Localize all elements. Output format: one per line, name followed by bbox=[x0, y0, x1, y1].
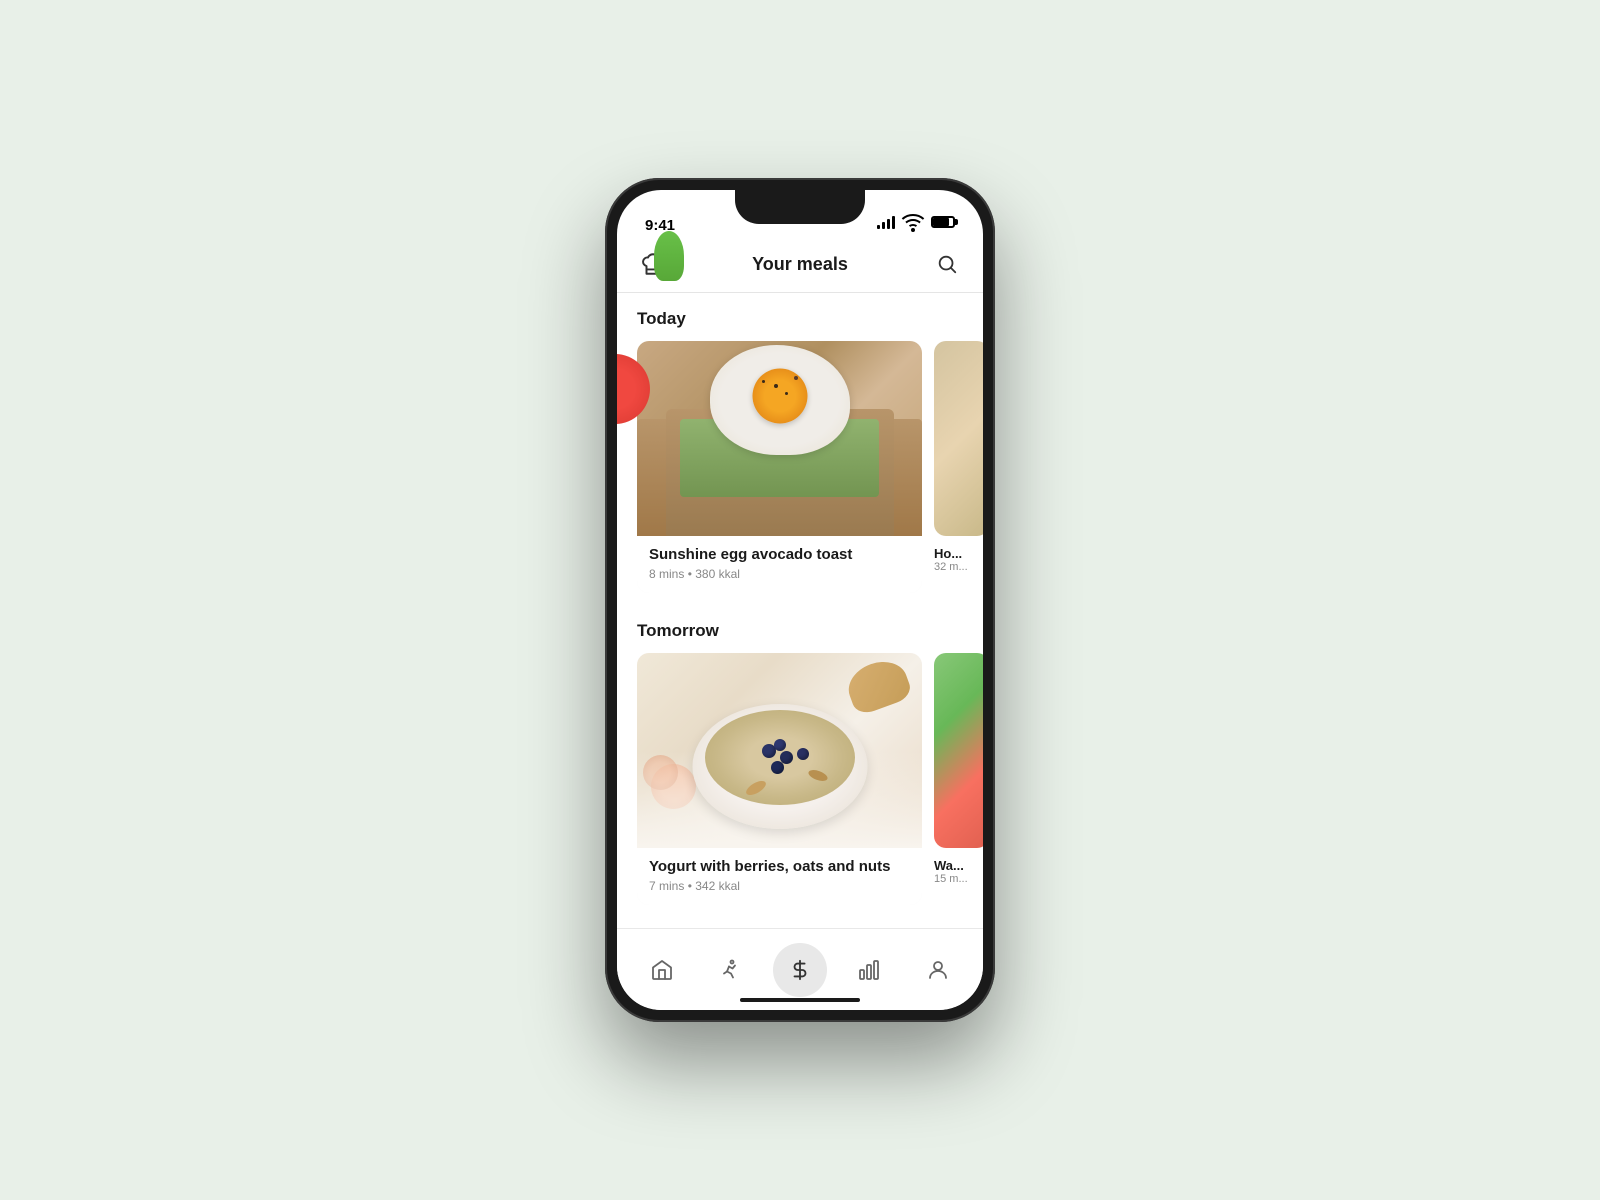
honey-info-partial: Ho... 32 m... bbox=[934, 536, 983, 573]
nav-stats[interactable] bbox=[842, 943, 896, 997]
egg-toast-visual bbox=[637, 341, 922, 536]
status-time: 9:41 bbox=[645, 217, 675, 234]
egg-toast-meta: 8 mins • 380 kkal bbox=[649, 567, 910, 581]
wifi-icon bbox=[901, 210, 925, 234]
tomorrow-section: Tomorrow bbox=[617, 605, 983, 917]
home-icon bbox=[650, 958, 674, 982]
today-label: Today bbox=[637, 309, 963, 329]
status-icons bbox=[877, 210, 955, 234]
phone-notch bbox=[735, 190, 865, 224]
watermelon-image-partial bbox=[934, 653, 983, 848]
oatmeal-meta: 7 mins • 342 kkal bbox=[649, 879, 910, 893]
watermelon-partial-card[interactable]: Wa... 15 m... bbox=[934, 653, 983, 905]
phone-device: 9:41 bbox=[605, 178, 995, 1022]
nav-meals-active[interactable] bbox=[773, 943, 827, 997]
home-indicator bbox=[740, 998, 860, 1002]
person-icon bbox=[926, 958, 950, 982]
watermelon-name-partial: Wa... bbox=[934, 858, 983, 873]
egg-yolk bbox=[752, 368, 807, 423]
egg-toast-card[interactable]: Sunshine egg avocado toast 8 mins • 380 … bbox=[637, 341, 922, 593]
honey-meta-partial: 32 m... bbox=[934, 561, 983, 573]
bar-chart-icon bbox=[857, 958, 881, 982]
runner-icon bbox=[719, 958, 743, 982]
oatmeal-visual bbox=[637, 653, 922, 848]
honey-image-partial bbox=[934, 341, 983, 536]
egg-toast-name: Sunshine egg avocado toast bbox=[649, 546, 910, 563]
today-meals-row: Sunshine egg avocado toast 8 mins • 380 … bbox=[617, 341, 983, 597]
oatmeal-image bbox=[637, 653, 922, 848]
bottom-nav bbox=[617, 928, 983, 1010]
tomorrow-meals-row: Yogurt with berries, oats and nuts 7 min… bbox=[617, 653, 983, 909]
nav-activity[interactable] bbox=[704, 943, 758, 997]
honey-name-partial: Ho... bbox=[934, 546, 983, 561]
phone-screen: 9:41 bbox=[617, 190, 983, 1010]
search-button[interactable] bbox=[931, 248, 963, 280]
today-section: Today bbox=[617, 293, 983, 605]
oatmeal-card[interactable]: Yogurt with berries, oats and nuts 7 min… bbox=[637, 653, 922, 905]
fork-knife-icon bbox=[789, 959, 811, 981]
honey-partial-card[interactable]: Ho... 32 m... bbox=[934, 341, 983, 593]
search-icon bbox=[936, 253, 958, 275]
content-area: Today bbox=[617, 293, 983, 928]
page-title: Your meals bbox=[752, 254, 848, 275]
nav-profile[interactable] bbox=[911, 943, 965, 997]
nav-home[interactable] bbox=[635, 943, 689, 997]
watermelon-meta-partial: 15 m... bbox=[934, 873, 983, 885]
tomorrow-label: Tomorrow bbox=[637, 621, 963, 641]
egg-toast-info: Sunshine egg avocado toast 8 mins • 380 … bbox=[637, 536, 922, 593]
signal-icon bbox=[877, 215, 895, 229]
oatmeal-info: Yogurt with berries, oats and nuts 7 min… bbox=[637, 848, 922, 905]
egg-toast-image bbox=[637, 341, 922, 536]
watermelon-info-partial: Wa... 15 m... bbox=[934, 848, 983, 885]
battery-icon bbox=[931, 216, 955, 228]
oatmeal-name: Yogurt with berries, oats and nuts bbox=[649, 858, 910, 875]
